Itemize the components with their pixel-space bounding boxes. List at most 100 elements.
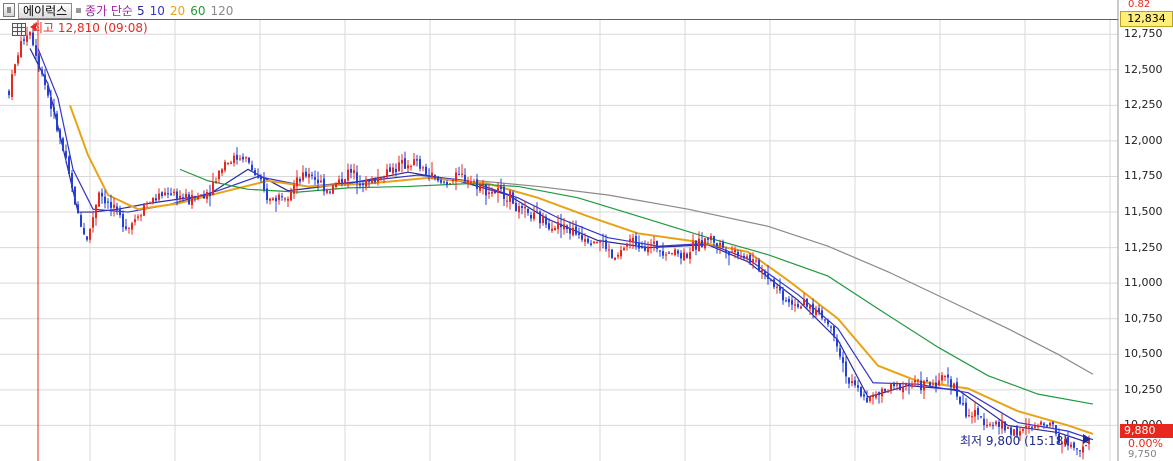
candle-body (251, 164, 253, 171)
candle-body (152, 197, 154, 203)
candle-body (89, 228, 91, 240)
candle-body (158, 193, 160, 200)
candle-body (431, 172, 433, 178)
chart-menu-button[interactable] (3, 3, 15, 17)
y-tick-label: 11,000 (1124, 276, 1163, 290)
candle-body (899, 384, 901, 391)
candle-body (953, 383, 955, 389)
candle-body (533, 212, 535, 219)
candle-body (647, 246, 649, 253)
candle-body (815, 309, 817, 315)
close-price-tag: 9,880 (1120, 424, 1173, 438)
candle-body (827, 320, 829, 325)
candle-body (479, 184, 481, 191)
candle-body (1052, 422, 1054, 425)
candle-body (746, 256, 748, 259)
candle-body (8, 90, 10, 96)
legend-ma120: 120 (210, 4, 234, 18)
candle-body (974, 409, 976, 417)
candle-body (683, 252, 685, 261)
y-tick-label: 11,250 (1124, 240, 1163, 254)
candle-body (578, 233, 580, 235)
candle-body (659, 250, 661, 252)
stock-name-tab[interactable]: 에이럭스 (18, 3, 73, 19)
candle-body (677, 250, 679, 254)
candle-body (353, 170, 355, 174)
candle-body (962, 403, 964, 405)
y-tick-label: 12,250 (1124, 98, 1163, 112)
candle-body (197, 196, 199, 200)
candle-body (320, 180, 322, 183)
candle-body (548, 223, 550, 230)
candle-body (323, 178, 325, 192)
candle-body (869, 396, 871, 402)
candle-body (395, 168, 397, 173)
y-tick-label: 12,750 (1124, 27, 1163, 41)
candle-body (62, 138, 64, 151)
candle-body (359, 184, 361, 186)
candle-body (140, 215, 142, 217)
candle-body (26, 35, 28, 42)
candle-body (929, 382, 931, 386)
candle-body (236, 154, 238, 160)
candle-body (146, 203, 148, 205)
candle-body (938, 380, 940, 386)
candle-body (155, 198, 157, 201)
candle-body (662, 251, 664, 256)
candle-body (836, 338, 838, 347)
candle-body (800, 306, 802, 309)
candle-body (749, 254, 751, 263)
y-tick-label: 12,500 (1124, 62, 1163, 76)
candle-body (194, 196, 196, 199)
candle-body (581, 234, 583, 240)
candle-body (656, 241, 658, 249)
candle-body (737, 251, 739, 257)
candle-body (410, 166, 412, 168)
candle-body (125, 226, 127, 229)
table-grid-icon[interactable] (12, 23, 26, 36)
candle-body (629, 239, 631, 242)
candle-body (506, 200, 508, 202)
candle-body (848, 377, 850, 384)
candle-body (104, 196, 106, 204)
candle-body (176, 191, 178, 199)
candle-body (722, 241, 724, 248)
candle-body (824, 319, 826, 321)
price-chart (0, 0, 1119, 461)
candle-body (230, 162, 232, 164)
candle-body (1001, 420, 1003, 429)
y-tick-label: 11,750 (1124, 169, 1163, 183)
candle-body (272, 198, 274, 201)
candle-body (977, 408, 979, 415)
candle-body (173, 191, 175, 193)
candle-body (704, 238, 706, 249)
candle-body (542, 216, 544, 224)
candle-body (299, 179, 301, 182)
candle-body (491, 191, 493, 194)
candle-body (167, 193, 169, 195)
candle-body (980, 416, 982, 418)
candle-body (206, 192, 208, 200)
candle-body (461, 173, 463, 175)
candle-body (872, 395, 874, 398)
candle-body (275, 197, 277, 202)
candle-body (515, 202, 517, 212)
candle-body (692, 242, 694, 252)
candle-body (839, 348, 841, 357)
candle-body (350, 168, 352, 173)
candle-body (425, 166, 427, 175)
candle-body (860, 386, 862, 397)
candle-body (23, 39, 25, 41)
candle-body (56, 113, 58, 131)
candle-body (680, 252, 682, 259)
candle-body (305, 171, 307, 177)
candle-body (959, 396, 961, 404)
candle-body (470, 181, 472, 183)
candle-body (398, 162, 400, 171)
candle-body (1073, 442, 1075, 448)
candle-body (41, 69, 43, 74)
low-price-label: 최저 9,800 (15:18) (960, 434, 1069, 448)
candle-body (401, 160, 403, 164)
candle-body (452, 180, 454, 182)
candle-body (701, 240, 703, 248)
